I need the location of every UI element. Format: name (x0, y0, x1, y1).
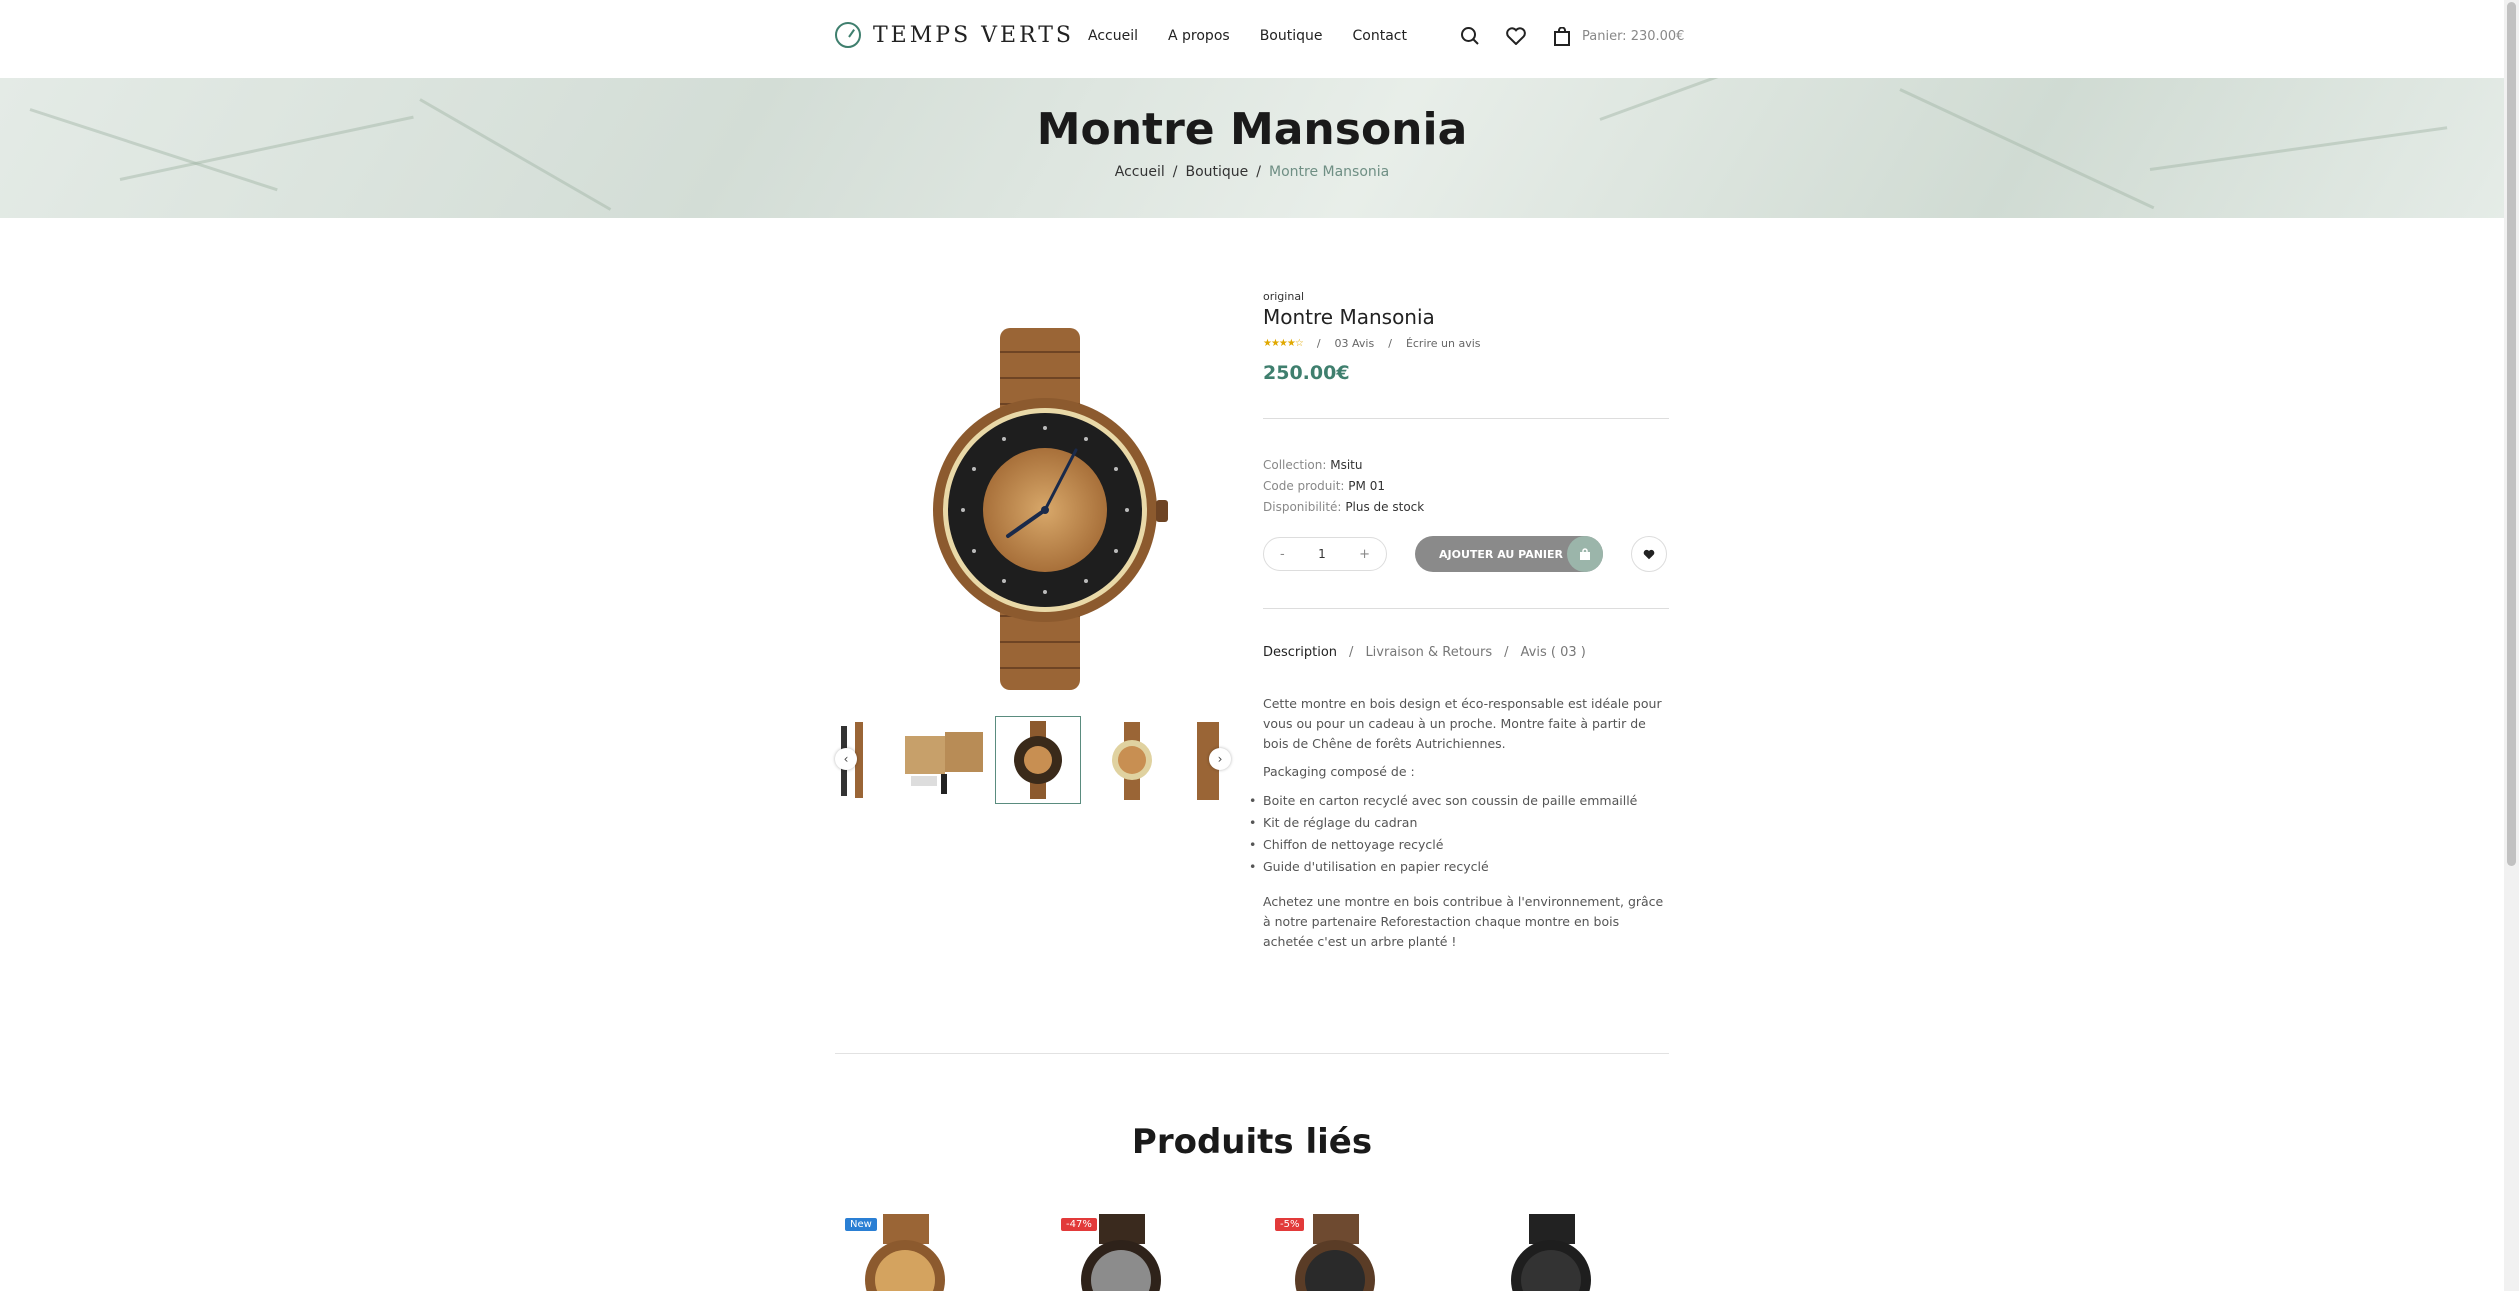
list-item: Guide d'utilisation en papier recyclé (1249, 856, 1669, 878)
tab-livraison[interactable]: Livraison & Retours (1365, 645, 1492, 660)
add-to-wishlist-button[interactable] (1631, 536, 1667, 572)
search-icon[interactable] (1458, 24, 1482, 48)
code-value: PM 01 (1348, 479, 1385, 493)
list-item: Boite en carton recyclé avec son coussin… (1249, 790, 1669, 812)
rating-row: ★★★★☆ / 03 Avis / Écrire un avis (1263, 337, 1481, 350)
product-title: Montre Mansonia (1263, 305, 1435, 329)
product-brand: original (1263, 290, 1305, 303)
thumbnail-prev-arrow[interactable]: ‹ (835, 748, 857, 770)
description-outro: Achetez une montre en bois contribue à l… (1263, 894, 1664, 949)
thumbnail-next-arrow[interactable]: › (1209, 748, 1231, 770)
product-tabs: Description / Livraison & Retours / Avis… (1263, 645, 1586, 660)
tab-description[interactable]: Description (1263, 645, 1337, 660)
page-scrollbar[interactable] (2504, 0, 2519, 1291)
product-price: 250.00€ (1263, 362, 1350, 384)
collection-value[interactable]: Msitu (1330, 458, 1362, 472)
write-review-link[interactable]: Écrire un avis (1406, 337, 1481, 350)
quantity-value[interactable]: 1 (1318, 547, 1326, 561)
product-meta: Collection: Msitu Code produit: PM 01 Di… (1263, 455, 1669, 518)
breadcrumb: Accueil / Boutique / Montre Mansonia (1114, 164, 1390, 180)
collection-label: Collection: (1263, 458, 1327, 472)
cart-total: Panier: 230.00€ (1582, 28, 1685, 44)
heart-icon (1643, 549, 1655, 559)
site-logo[interactable]: TEMPS VERTS (835, 22, 1074, 48)
packaging-list: Boite en carton recyclé avec son coussin… (1249, 790, 1669, 878)
page-hero-banner: Montre Mansonia Accueil / Boutique / Montre … (0, 78, 2504, 218)
divider (1263, 608, 1669, 609)
code-label: Code produit: (1263, 479, 1345, 493)
nav-boutique[interactable]: Boutique (1260, 28, 1323, 44)
site-header: TEMPS VERTS Accueil A propos Boutique Co… (0, 0, 2504, 78)
related-products: New -47% -5% (845, 1210, 1665, 1291)
nav-a-propos[interactable]: A propos (1168, 28, 1230, 44)
reviews-count[interactable]: 03 Avis (1335, 337, 1375, 350)
availability-label: Disponibilité: (1263, 500, 1342, 514)
thumbnail-2[interactable] (901, 716, 987, 804)
thumbnail-4[interactable] (1089, 716, 1175, 804)
logo-text: TEMPS VERTS (873, 22, 1074, 48)
clock-logo-icon (835, 22, 861, 48)
cart-link[interactable]: Panier: 230.00€ (1550, 24, 1684, 48)
list-item: Chiffon de nettoyage recyclé (1249, 834, 1669, 856)
badge-sale: -47% (1061, 1218, 1097, 1231)
product-description: Cette montre en bois design et éco-respo… (1249, 694, 1669, 952)
tab-avis[interactable]: Avis ( 03 ) (1521, 645, 1586, 660)
product-info: original Montre Mansonia ★★★★☆ / 03 Avis… (1249, 290, 1669, 952)
related-product-1[interactable]: New (845, 1210, 965, 1291)
related-products-title: Produits liés (1131, 1122, 1373, 1162)
quantity-decrease-button[interactable]: - (1280, 547, 1285, 562)
header-actions: Panier: 230.00€ (1458, 24, 1684, 48)
add-to-cart-label: AJOUTER AU PANIER (1439, 547, 1563, 561)
breadcrumb-accueil[interactable]: Accueil (1115, 164, 1165, 180)
shopping-bag-icon (1550, 24, 1574, 48)
description-intro: Cette montre en bois design et éco-respo… (1263, 696, 1662, 751)
nav-contact[interactable]: Contact (1352, 28, 1406, 44)
divider (1263, 418, 1669, 419)
related-product-3[interactable]: -5% (1275, 1210, 1395, 1291)
badge-sale: -5% (1275, 1218, 1305, 1231)
product-main-image[interactable] (880, 290, 1240, 700)
add-to-cart-button[interactable]: AJOUTER AU PANIER (1415, 536, 1603, 572)
quantity-stepper[interactable]: - 1 + (1263, 537, 1387, 571)
section-divider (835, 1053, 1669, 1054)
list-item: Kit de réglage du cadran (1249, 812, 1669, 834)
main-nav: Accueil A propos Boutique Contact (1088, 28, 1407, 44)
availability-value: Plus de stock (1345, 500, 1425, 514)
thumbnail-3-active[interactable] (995, 716, 1081, 804)
breadcrumb-boutique[interactable]: Boutique (1185, 164, 1248, 180)
breadcrumb-current: Montre Mansonia (1268, 164, 1390, 180)
product-thumbnails: ‹ › (835, 716, 1241, 806)
purchase-actions: - 1 + AJOUTER AU PANIER (1263, 536, 1669, 572)
related-product-4[interactable] (1491, 1210, 1611, 1291)
quantity-increase-button[interactable]: + (1359, 547, 1370, 562)
related-product-2[interactable]: -47% (1061, 1210, 1181, 1291)
nav-accueil[interactable]: Accueil (1088, 28, 1138, 44)
wishlist-heart-icon[interactable] (1504, 24, 1528, 48)
packaging-title: Packaging composé de : (1263, 764, 1415, 779)
page-title: Montre Mansonia (1036, 104, 1468, 155)
badge-new: New (845, 1218, 877, 1231)
scrollbar-thumb[interactable] (2507, 2, 2516, 866)
star-rating-icon: ★★★★☆ (1263, 338, 1304, 349)
bag-icon (1567, 536, 1603, 572)
